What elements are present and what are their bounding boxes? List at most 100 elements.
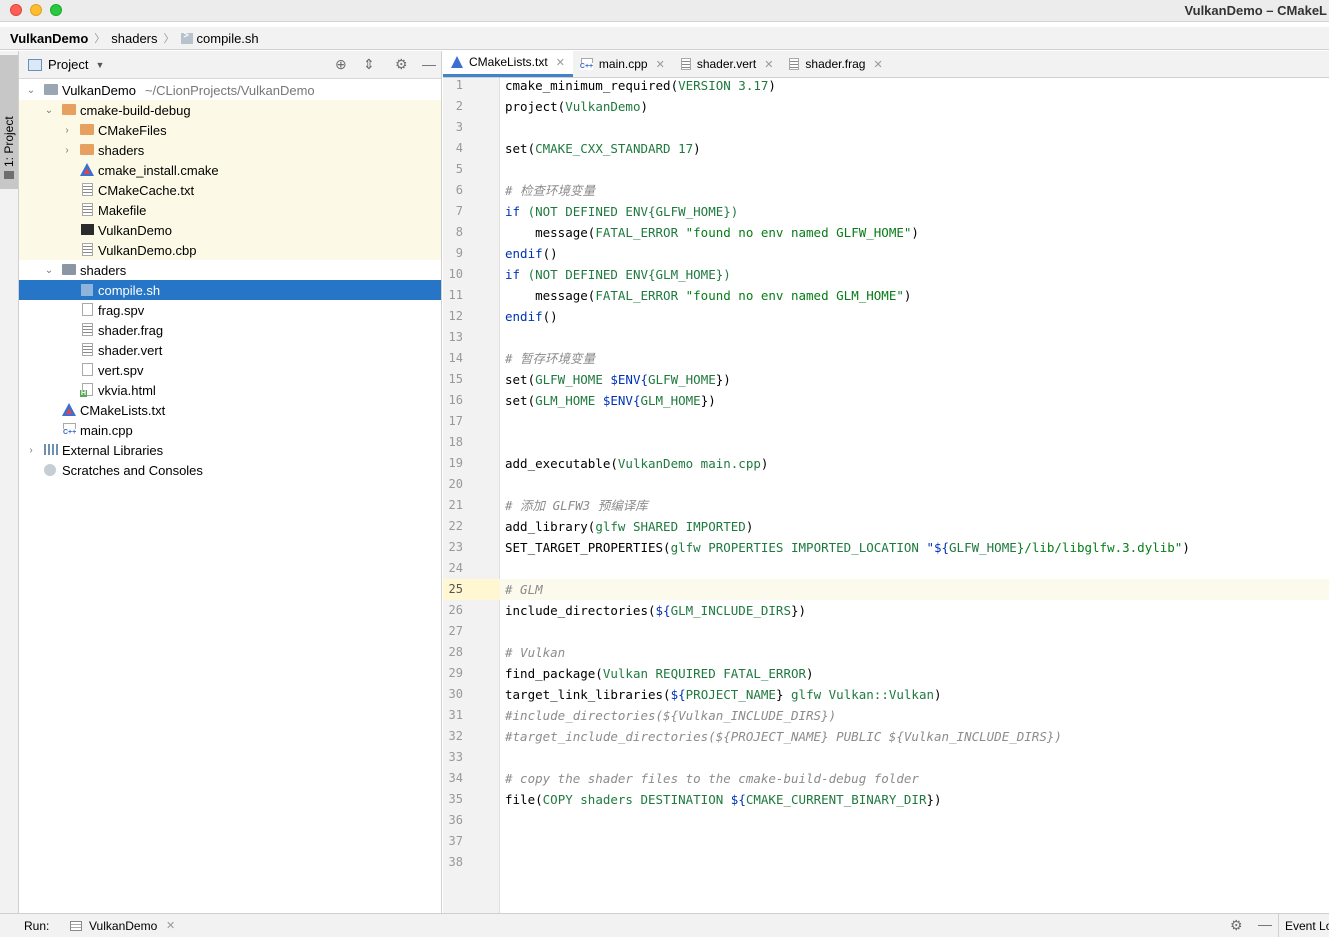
tree-item-cmake-build-debug[interactable]: ⌄ cmake-build-debug — [19, 100, 441, 120]
breadcrumb-item-compile-sh[interactable]: compile.sh — [197, 31, 259, 46]
gear-icon[interactable]: ⚙ — [395, 56, 408, 73]
code-variable: ${ — [670, 687, 686, 702]
code-argument: GLM_HOME — [640, 393, 701, 408]
tree-item-shader-vert[interactable]: shader.vert — [19, 340, 441, 360]
close-icon[interactable]: ✕ — [656, 58, 665, 71]
code-argument: glfw Vulkan::Vulkan — [791, 687, 935, 702]
chevron-down-icon[interactable]: ⌄ — [43, 105, 55, 116]
folder-icon — [62, 104, 76, 115]
line-number: 31 — [448, 708, 463, 722]
chevron-down-icon[interactable]: ⌄ — [25, 85, 37, 96]
collapse-all-icon[interactable]: ⇕ — [363, 56, 375, 73]
code-editor-lines[interactable]: 1 cmake_minimum_required(VERSION 3.17) 2 p… — [443, 75, 1329, 873]
line-number: 35 — [448, 792, 463, 806]
close-icon[interactable]: ✕ — [764, 58, 773, 71]
tree-item-shaders[interactable]: ⌄ shaders — [19, 260, 441, 280]
line-number: 13 — [448, 330, 463, 344]
hide-panel-icon[interactable]: — — [1258, 916, 1272, 932]
tab-label: CMakeLists.txt — [469, 55, 548, 69]
project-tool-window-tab[interactable]: 1: Project — [0, 55, 18, 189]
minimize-window-button[interactable] — [30, 4, 42, 16]
code-line: 13 — [443, 327, 1329, 348]
code-comment: #target_include_directories(${PROJECT_NA… — [505, 729, 1062, 744]
chevron-right-icon[interactable]: › — [61, 145, 73, 156]
code-punct: ) — [1182, 540, 1190, 555]
project-panel-header: Project ▼ ⊕ ⇕ ⚙ — — [19, 51, 441, 79]
chevron-right-icon[interactable]: › — [61, 125, 73, 136]
line-number: 34 — [448, 771, 463, 785]
code-line: 9 endif() — [443, 243, 1329, 264]
event-log-button[interactable]: Event Lo — [1278, 914, 1329, 937]
breadcrumb: VulkanDemo 〉 shaders 〉 compile.sh — [0, 27, 1329, 50]
close-icon[interactable]: ✕ — [556, 56, 565, 69]
tree-item-vkvia-html[interactable]: vkvia.html — [19, 380, 441, 400]
tree-item-shader-frag[interactable]: shader.frag — [19, 320, 441, 340]
tree-item-label: Makefile — [98, 202, 147, 218]
project-panel: Project ▼ ⊕ ⇕ ⚙ — ⌄ VulkanDemo ~/CLionPro… — [19, 51, 442, 913]
code-line: 31 #include_directories(${Vulkan_INCLUDE_… — [443, 705, 1329, 726]
tree-item-cmakelists[interactable]: CMakeLists.txt — [19, 400, 441, 420]
line-number: 12 — [448, 309, 463, 323]
tree-item-scratches[interactable]: Scratches and Consoles — [19, 460, 441, 480]
tree-item-label: cmake-build-debug — [80, 102, 191, 118]
hide-panel-icon[interactable]: — — [422, 56, 436, 72]
code-string: "found no env named GLM_HOME" — [685, 288, 904, 303]
code-line: 23 SET_TARGET_PROPERTIES(glfw PROPERTIES … — [443, 537, 1329, 558]
tree-item-cmake-install[interactable]: cmake_install.cmake — [19, 160, 441, 180]
code-line: 15 set(GLFW_HOME $ENV{GLFW_HOME}) — [443, 369, 1329, 390]
code-line-current[interactable]: 25 # GLM — [443, 579, 1329, 600]
tree-item-compile-sh[interactable]: compile.sh — [19, 280, 441, 300]
text-file-icon — [789, 58, 800, 70]
text-file-icon — [82, 343, 93, 356]
code-line: 24 — [443, 558, 1329, 579]
editor: CMakeLists.txt ✕ main.cpp ✕ shader.vert … — [443, 51, 1329, 913]
chevron-down-icon[interactable]: ⌄ — [43, 265, 55, 276]
code-argument: GLM_HOME — [535, 393, 603, 408]
zoom-window-button[interactable] — [50, 4, 62, 16]
project-view-selector[interactable]: Project — [48, 57, 88, 72]
tab-shader-vert[interactable]: shader.vert ✕ — [673, 51, 782, 77]
tree-item-vulkandemo-executable[interactable]: VulkanDemo — [19, 220, 441, 240]
run-tab-vulkandemo[interactable]: VulkanDemo — [89, 919, 157, 933]
code-comment: # 暂存环境变量 — [505, 351, 596, 366]
chevron-right-icon[interactable]: › — [25, 445, 37, 456]
tree-item-cmakecache[interactable]: CMakeCache.txt — [19, 180, 441, 200]
code-line: 29 find_package(Vulkan REQUIRED FATAL_ERR… — [443, 663, 1329, 684]
tree-item-label: VulkanDemo.cbp — [98, 242, 197, 258]
tree-item-makefile[interactable]: Makefile — [19, 200, 441, 220]
tree-item-label: compile.sh — [98, 282, 161, 298]
code-line: 36 — [443, 810, 1329, 831]
tree-item-vulkandemo-root[interactable]: ⌄ VulkanDemo ~/CLionProjects/VulkanDemo — [19, 80, 441, 100]
gear-icon[interactable]: ⚙ — [1230, 917, 1243, 934]
line-number: 38 — [448, 855, 463, 869]
chevron-down-icon[interactable]: ▼ — [95, 60, 104, 70]
code-function: message( — [505, 225, 596, 240]
tab-cmakelists[interactable]: CMakeLists.txt ✕ — [443, 51, 573, 77]
tree-item-cmakefiles[interactable]: › CMakeFiles — [19, 120, 441, 140]
tree-item-external-libraries[interactable]: › External Libraries — [19, 440, 441, 460]
tree-item-vert-spv[interactable]: vert.spv — [19, 360, 441, 380]
tree-item-main-cpp[interactable]: main.cpp — [19, 420, 441, 440]
tree-item-build-shaders[interactable]: › shaders — [19, 140, 441, 160]
line-number: 20 — [448, 477, 463, 491]
line-number: 5 — [455, 162, 463, 176]
tree-item-frag-spv[interactable]: frag.spv — [19, 300, 441, 320]
code-argument: glfw SHARED IMPORTED — [595, 519, 746, 534]
line-number: 11 — [448, 288, 463, 302]
code-line: 19 add_executable(VulkanDemo main.cpp) — [443, 453, 1329, 474]
close-window-button[interactable] — [10, 4, 22, 16]
tree-item-vulkandemo-cbp[interactable]: VulkanDemo.cbp — [19, 240, 441, 260]
breadcrumb-item-project[interactable]: VulkanDemo — [10, 31, 88, 46]
code-punct: ) — [806, 666, 814, 681]
tab-main-cpp[interactable]: main.cpp ✕ — [573, 51, 673, 77]
close-icon[interactable]: ✕ — [873, 58, 882, 71]
close-icon[interactable]: ✕ — [166, 919, 175, 932]
locate-file-icon[interactable]: ⊕ — [335, 56, 347, 73]
line-number: 4 — [455, 141, 463, 155]
code-function: add_executable( — [505, 456, 618, 471]
code-argument: (NOT DEFINED ENV{GLFW_HOME}) — [520, 204, 739, 219]
text-file-icon — [680, 58, 691, 70]
tab-shader-frag[interactable]: shader.frag ✕ — [781, 51, 890, 77]
breadcrumb-item-shaders[interactable]: shaders — [111, 31, 157, 46]
code-function: SET_TARGET_PROPERTIES( — [505, 540, 671, 555]
